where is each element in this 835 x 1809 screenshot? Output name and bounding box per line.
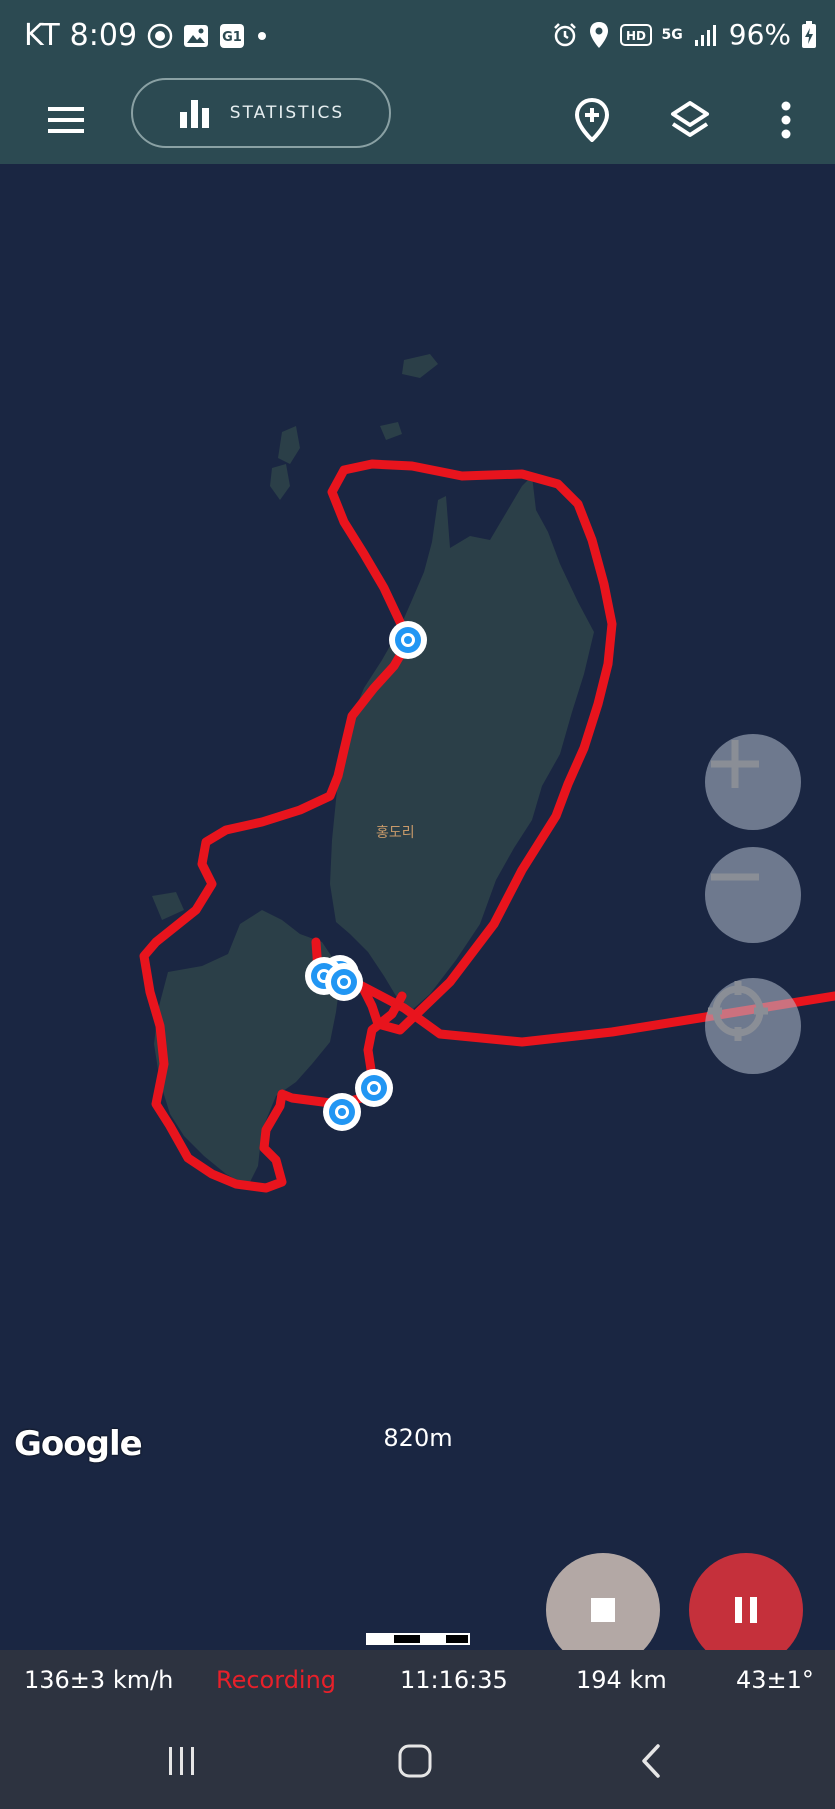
islet bbox=[270, 464, 290, 500]
speed-value: 136±3 km/h bbox=[24, 1666, 174, 1694]
carrier: KT bbox=[24, 18, 60, 53]
svg-text:G1: G1 bbox=[222, 30, 242, 45]
map-provider-logo: Google bbox=[14, 1424, 143, 1464]
layers-icon bbox=[671, 101, 709, 137]
gallery-icon bbox=[183, 24, 209, 48]
home-icon bbox=[398, 1744, 432, 1778]
signal-icon bbox=[693, 22, 719, 48]
zoom-out-button[interactable] bbox=[705, 847, 801, 943]
add-marker-button[interactable] bbox=[564, 92, 620, 148]
battery-percent: 96% bbox=[728, 18, 791, 51]
home-button[interactable] bbox=[390, 1736, 440, 1786]
network-type: 5G bbox=[661, 26, 683, 43]
battery-charging-icon bbox=[801, 20, 817, 49]
zoom-in-button[interactable] bbox=[705, 734, 801, 830]
statistics-button[interactable]: STATISTICS bbox=[131, 78, 391, 148]
more-vert-icon bbox=[781, 101, 791, 139]
back-icon bbox=[642, 1744, 660, 1778]
my-location-button[interactable] bbox=[705, 978, 801, 1074]
system-nav-bar bbox=[0, 1710, 835, 1809]
islet bbox=[380, 422, 402, 440]
recording-stats-bar: 136±3 km/h Recording 11:16:35 194 km 43±… bbox=[0, 1650, 835, 1710]
status-bar: KT 8:09 G1 HD 5G 96% bbox=[0, 0, 835, 78]
layers-button[interactable] bbox=[662, 92, 718, 148]
overflow-menu-button[interactable] bbox=[758, 92, 814, 148]
svg-text:HD: HD bbox=[626, 29, 646, 43]
clock: 8:09 bbox=[69, 18, 138, 53]
more-notifications-dot-icon bbox=[255, 29, 269, 43]
pause-icon bbox=[735, 1597, 757, 1623]
stop-icon bbox=[591, 1598, 615, 1622]
zoom-out-icon bbox=[711, 873, 759, 881]
distance-value: 194 km bbox=[576, 1666, 667, 1694]
alarm-icon bbox=[552, 22, 578, 48]
recording-status: Recording bbox=[216, 1666, 337, 1694]
waypoint-marker[interactable] bbox=[389, 621, 427, 659]
statistics-label: STATISTICS bbox=[229, 103, 345, 123]
recents-button[interactable] bbox=[157, 1736, 207, 1786]
recents-icon bbox=[169, 1747, 194, 1775]
status-left: KT 8:09 G1 bbox=[24, 18, 269, 53]
menu-button[interactable] bbox=[40, 94, 92, 146]
place-label: 홍도리 bbox=[376, 825, 415, 841]
back-button[interactable] bbox=[626, 1736, 676, 1786]
location-icon bbox=[588, 21, 610, 49]
bearing-value: 43±1° bbox=[736, 1666, 814, 1694]
app-bar: STATISTICS bbox=[0, 78, 835, 164]
islet bbox=[278, 426, 300, 464]
record-icon bbox=[147, 23, 173, 49]
islet bbox=[152, 892, 184, 920]
add-location-icon bbox=[574, 98, 610, 142]
waypoint-marker[interactable] bbox=[355, 1069, 393, 1107]
zoom-in-icon bbox=[711, 740, 759, 788]
islet bbox=[402, 354, 438, 378]
map-scale-bar bbox=[366, 1633, 470, 1645]
my-location-icon bbox=[708, 981, 768, 1041]
menu-icon bbox=[48, 107, 84, 133]
map-scale-label: 820m bbox=[383, 1424, 453, 1452]
waypoint-marker[interactable] bbox=[323, 1093, 361, 1131]
status-right: HD 5G 96% bbox=[552, 18, 817, 51]
app-notification-icon: G1 bbox=[219, 23, 245, 49]
hd-voice-icon: HD bbox=[619, 23, 652, 47]
waypoint-marker[interactable] bbox=[325, 963, 363, 1001]
bar-chart-icon bbox=[179, 100, 209, 128]
elapsed-time: 11:16:35 bbox=[400, 1666, 508, 1694]
